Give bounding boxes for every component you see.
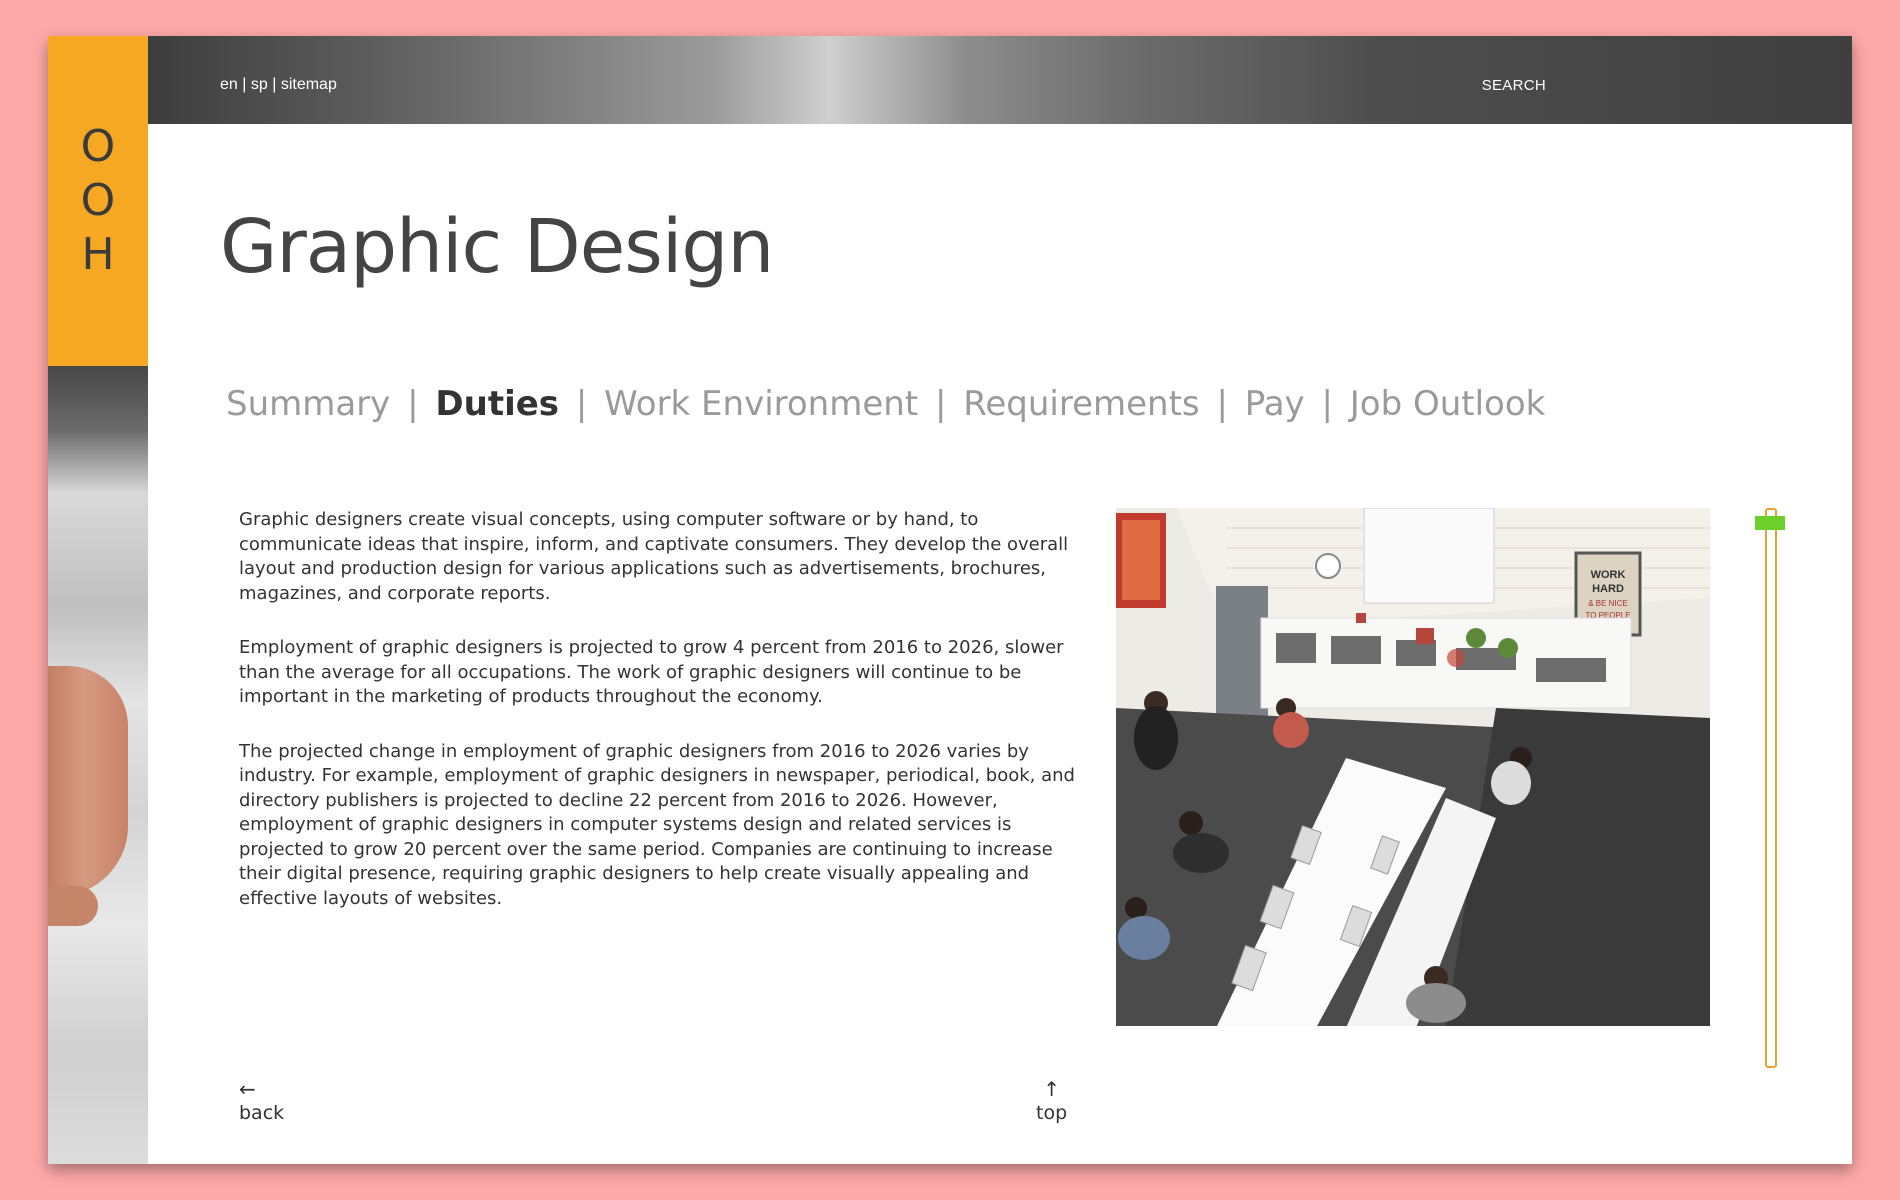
paragraph: Graphic designers create visual concepts… — [239, 509, 1069, 604]
logo-letter: H — [81, 229, 115, 280]
tab-pay[interactable]: Pay — [1245, 384, 1305, 424]
top-link[interactable]: ↑ top — [1036, 1076, 1067, 1124]
logo-letter: O — [80, 175, 116, 226]
svg-text:& BE NICE: & BE NICE — [1588, 599, 1628, 608]
back-link[interactable]: ← back — [239, 1076, 284, 1124]
top-label: top — [1036, 1102, 1068, 1124]
page-card: O O H en | sp | sitemap SEARCH Graphic D… — [48, 36, 1852, 1164]
tab-separator: | — [575, 384, 588, 424]
svg-text:WORK: WORK — [1591, 569, 1626, 581]
scroll-rail[interactable] — [1765, 508, 1777, 1068]
scroll-thumb[interactable] — [1755, 516, 1785, 530]
tab-job-outlook[interactable]: Job Outlook — [1350, 384, 1546, 424]
sitemap-link[interactable]: sitemap — [281, 76, 337, 93]
page-title: Graphic Design — [220, 204, 774, 290]
lang-sp-link[interactable]: sp — [251, 76, 268, 93]
search-button[interactable]: SEARCH — [1482, 77, 1546, 94]
tab-duties[interactable]: Duties — [435, 384, 559, 424]
svg-text:HARD: HARD — [1592, 583, 1624, 595]
side-photo — [48, 366, 148, 1164]
lang-en-link[interactable]: en — [220, 76, 238, 93]
tab-separator: | — [934, 384, 947, 424]
duties-text: Graphic designers create visual concepts… — [239, 508, 1089, 941]
left-arrow-icon: ← — [239, 1077, 256, 1101]
hand-shape — [48, 666, 128, 896]
paragraph: The projected change in employment of gr… — [239, 740, 1075, 909]
section-tabs: Summary | Duties | Work Environment | Re… — [226, 384, 1545, 424]
logo-letter: O — [80, 121, 116, 172]
tab-separator: | — [407, 384, 419, 424]
tab-work-environment[interactable]: Work Environment — [604, 384, 918, 424]
separator: | — [272, 76, 277, 93]
up-arrow-icon: ↑ — [1043, 1077, 1060, 1101]
site-logo[interactable]: O O H — [48, 36, 148, 366]
tab-separator: | — [1321, 384, 1333, 424]
separator: | — [242, 76, 247, 93]
language-links: en | sp | sitemap — [220, 76, 337, 94]
paragraph: Employment of graphic designers is proje… — [239, 637, 1064, 707]
hand-shape — [48, 886, 98, 926]
office-photo: WORK HARD & BE NICE TO PEOPLE — [1116, 508, 1710, 1026]
tab-requirements[interactable]: Requirements — [963, 384, 1199, 424]
header-banner: en | sp | sitemap SEARCH — [148, 36, 1852, 124]
back-label: back — [239, 1102, 285, 1124]
tab-summary[interactable]: Summary — [226, 384, 390, 424]
tab-separator: | — [1216, 384, 1228, 424]
